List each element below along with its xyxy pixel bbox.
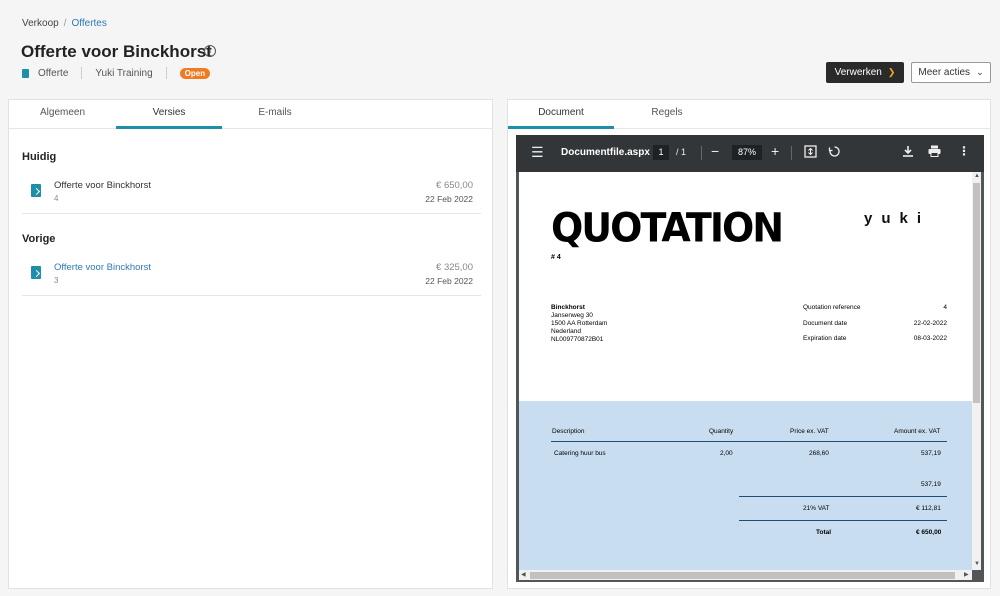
breadcrumb: Verkoop / Offertes	[22, 18, 107, 29]
header-quantity: Quantity	[709, 428, 734, 435]
process-button-label: Verwerken	[834, 67, 882, 78]
quotation-number: # 4	[551, 254, 561, 261]
version-amount: € 325,00	[436, 262, 473, 273]
horizontal-scrollbar[interactable]: ◀ ▶	[519, 570, 972, 580]
zoom-level[interactable]: 87%	[732, 145, 762, 160]
total-label: Total	[816, 529, 832, 536]
toolbar-divider	[701, 146, 702, 160]
tab-lines[interactable]: Regels	[614, 100, 720, 129]
page-number-input[interactable]: 1	[653, 145, 669, 160]
tab-emails[interactable]: E-mails	[222, 100, 328, 129]
meta-row-document-date: Document date 22-02-2022	[803, 319, 947, 327]
page-total: / 1	[676, 147, 687, 157]
header-rule	[551, 441, 947, 442]
version-amount: € 650,00	[436, 180, 473, 191]
more-actions-label: Meer acties	[918, 67, 971, 78]
breadcrumb-current[interactable]: Offertes	[71, 18, 106, 29]
download-icon[interactable]	[902, 145, 914, 161]
meta-row-expiration-date: Expiration date 08-03-2022	[803, 335, 947, 342]
header-description: Description	[552, 428, 585, 435]
vertical-scrollbar-thumb[interactable]	[973, 183, 980, 403]
document-icon	[31, 184, 41, 197]
quotation-meta: Quotation reference 4 Document date 22-02-…	[803, 304, 947, 351]
row-price: 268,60	[809, 450, 829, 457]
version-name-link[interactable]: Offerte voor Binckhorst	[54, 262, 151, 273]
pdf-toolbar: ☰ Documentfile.aspx 1 / 1 − 87% + ⋮	[516, 135, 984, 172]
meta-row: Offerte Yuki Training Open	[22, 66, 211, 80]
customer-name: Binckhorst	[551, 304, 585, 311]
fit-page-icon[interactable]	[804, 145, 817, 161]
subtotal-amount: 537,19	[921, 481, 941, 488]
section-previous-label: Vorige	[22, 233, 56, 245]
chevron-down-icon: ⌄	[976, 67, 984, 77]
page-title: Offerte voor Binckhorst	[21, 42, 212, 61]
left-tab-bar: Algemeen Versies E-mails	[9, 100, 492, 129]
row-description: Catering huur bus	[554, 450, 606, 457]
vertical-scrollbar[interactable]: ▲ ▼	[972, 172, 981, 570]
version-date: 22 Feb 2022	[425, 194, 473, 204]
header-amount: Amount ex. VAT	[894, 428, 941, 435]
customer-city: 1500 AA Rotterdam	[551, 320, 608, 327]
customer-vat: NL009770872B01	[551, 336, 604, 343]
row-quantity: 2,00	[720, 450, 733, 457]
versions-panel: Algemeen Versies E-mails Huidig Offerte …	[8, 99, 493, 589]
version-number: 3	[54, 276, 59, 285]
tab-general[interactable]: Algemeen	[9, 100, 116, 129]
scroll-right-icon[interactable]: ▶	[964, 571, 969, 578]
row-amount: 537,19	[921, 450, 941, 457]
breadcrumb-separator: /	[63, 18, 67, 29]
pdf-filename: Documentfile.aspx	[561, 147, 650, 158]
status-badge: Open	[179, 67, 211, 79]
scroll-up-icon[interactable]: ▲	[974, 173, 980, 179]
meta-divider	[165, 67, 167, 79]
info-icon[interactable]: i	[204, 45, 216, 57]
meta-type: Offerte	[38, 67, 69, 79]
version-name: Offerte voor Binckhorst	[54, 180, 151, 191]
section-current-label: Huidig	[22, 151, 57, 163]
pdf-page: QUOTATION # 4 yuki Binckhorst Jansenweg …	[519, 172, 972, 570]
vat-amount: € 112,81	[916, 505, 941, 512]
more-actions-button[interactable]: Meer acties ⌄	[911, 62, 991, 83]
vat-label: 21% VAT	[803, 505, 830, 512]
rotate-icon[interactable]	[828, 145, 841, 161]
breadcrumb-root[interactable]: Verkoop	[22, 18, 59, 29]
pdf-viewer: ☰ Documentfile.aspx 1 / 1 − 87% + ⋮ QUOT…	[516, 135, 984, 582]
tab-versions[interactable]: Versies	[116, 100, 222, 129]
document-icon	[22, 68, 29, 78]
zoom-in-icon[interactable]: +	[771, 143, 779, 159]
total-amount: € 650,00	[916, 529, 942, 536]
version-row-current[interactable]: Offerte voor Binckhorst 4 € 650,00 22 Fe…	[22, 178, 481, 214]
version-number: 4	[54, 194, 59, 203]
scroll-left-icon[interactable]: ◀	[521, 571, 526, 578]
chevron-down-icon: ❯	[887, 67, 896, 77]
document-panel: Document Regels ☰ Documentfile.aspx 1 / …	[507, 99, 991, 589]
customer-country: Nederland	[551, 328, 581, 335]
document-icon	[31, 266, 41, 279]
toolbar-divider	[791, 146, 792, 160]
header-price: Price ex. VAT	[790, 428, 829, 435]
scroll-down-icon[interactable]: ▼	[974, 561, 980, 567]
meta-row-reference: Quotation reference 4	[803, 304, 947, 311]
version-date: 22 Feb 2022	[425, 276, 473, 286]
more-options-icon[interactable]: ⋮	[958, 144, 970, 158]
subtotal-rule	[739, 496, 947, 497]
tab-document[interactable]: Document	[508, 100, 614, 129]
customer-address: Binckhorst Jansenweg 30 1500 AA Rotterda…	[551, 304, 607, 344]
customer-street: Jansenweg 30	[551, 312, 593, 319]
meta-company: Yuki Training	[95, 67, 153, 79]
quotation-heading: QUOTATION	[551, 204, 784, 252]
horizontal-scrollbar-thumb[interactable]	[530, 572, 955, 579]
version-row-previous[interactable]: Offerte voor Binckhorst 3 € 325,00 22 Fe…	[22, 260, 481, 296]
meta-divider	[81, 67, 83, 79]
right-tab-bar: Document Regels	[508, 100, 990, 129]
print-icon[interactable]	[928, 145, 941, 160]
process-button[interactable]: Verwerken ❯	[826, 62, 904, 83]
zoom-out-icon[interactable]: −	[711, 143, 719, 159]
menu-icon[interactable]: ☰	[531, 144, 544, 161]
line-items-table: Description Quantity Price ex. VAT Amoun…	[519, 401, 972, 570]
vat-rule	[739, 520, 947, 521]
yuki-logo: yuki	[864, 210, 931, 227]
